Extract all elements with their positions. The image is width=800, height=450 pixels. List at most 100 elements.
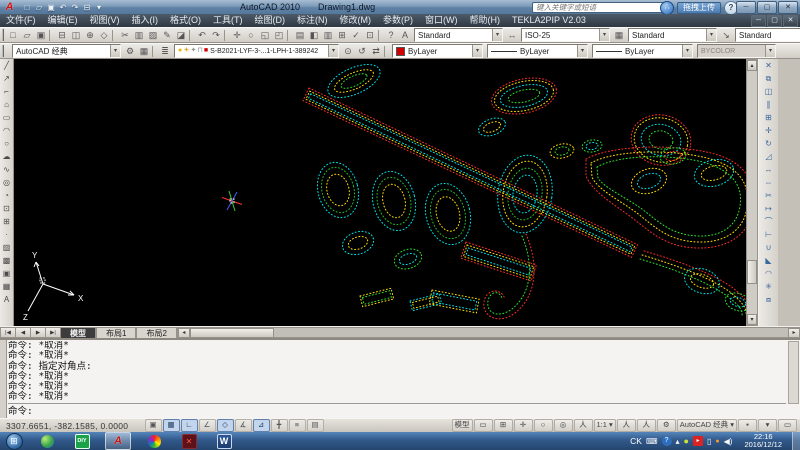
ellipse-icon[interactable]: ◎ [0,176,13,189]
steering-wheel-icon[interactable]: ◎ [554,419,573,432]
menu-item[interactable]: 修改(M) [334,14,378,27]
command-scrollbar[interactable] [788,341,799,404]
separator[interactable] [189,30,194,41]
doc-close-button[interactable]: ✕ [783,15,798,27]
qat-undo-icon[interactable]: ↶ [57,3,69,12]
workspace-switch-label[interactable]: AutoCAD 经典 ▾ [677,419,737,432]
tab-model[interactable]: 模型 [60,327,96,338]
layer-freeze-icon[interactable]: ☀ [183,45,189,57]
volume-icon[interactable]: ◀) [724,437,733,446]
menu-item[interactable]: 帮助(H) [464,14,507,27]
tool-palettes-icon[interactable]: ▥ [321,29,335,42]
toolbar-grip[interactable] [2,29,4,41]
show-desktop-button[interactable] [792,432,800,450]
qat-redo-icon[interactable]: ↷ [69,3,81,12]
help-icon[interactable]: ? [384,29,398,42]
separator[interactable] [49,30,54,41]
quickcalc-icon[interactable]: ⊡ [363,29,377,42]
flag-tray-icon[interactable]: ▸ [693,436,703,446]
separator[interactable] [378,30,383,41]
chevron-down-icon[interactable]: ▾ [599,29,609,41]
zoom-status-icon[interactable]: ○ [534,419,553,432]
horizontal-scroll-thumb[interactable] [190,328,274,338]
qat-save-icon[interactable]: ▣ [45,3,57,12]
qat-new-icon[interactable]: □ [21,3,33,12]
erase-icon[interactable]: ✕ [760,59,778,72]
alert-tray-icon[interactable]: ● [715,438,719,445]
markup-icon[interactable]: ✓ [349,29,363,42]
copy-object-icon[interactable]: ⧉ [760,72,778,85]
coordinate-readout[interactable]: 3307.6651, -382.1585, 0.0000 [6,421,144,431]
taskbar-clock[interactable]: 22:16 2016/12/12 [744,433,782,449]
app-media-pinwheel[interactable] [142,433,166,449]
export-dwf-icon[interactable]: ◇ [97,29,111,42]
color-combo[interactable]: ByLayer ▾ [392,44,483,58]
text-style-icon[interactable]: A [398,29,412,42]
open-icon[interactable]: ▱ [20,29,34,42]
layer-on-icon[interactable]: ● [178,45,182,57]
app-360-browser[interactable] [35,433,59,449]
redo-icon[interactable]: ↷ [209,29,223,42]
extend-icon[interactable]: ↦ [760,202,778,215]
layer-previous-icon[interactable]: ↺ [355,45,369,58]
battery-tray-icon[interactable]: ▯ [707,437,711,446]
explode-icon[interactable]: ✳ [760,280,778,293]
communication-center-icon[interactable]: ∴ [660,1,674,15]
mirror-icon[interactable]: ◫ [760,85,778,98]
make-layer-current-icon[interactable]: ⊙ [341,45,355,58]
annotation-scale-value[interactable]: 1:1 ▾ [594,419,616,432]
copy-icon[interactable]: ▥ [132,29,146,42]
command-window-grip[interactable] [0,340,7,420]
array-icon[interactable]: ⊞ [760,111,778,124]
tab-layout2[interactable]: 布局2 [136,327,176,338]
menu-item[interactable]: 标注(N) [291,14,334,27]
polyline-icon[interactable]: ⌐ [0,85,13,98]
hatch-icon[interactable]: ▨ [0,241,13,254]
next-tab-button[interactable]: ▶ [30,327,45,338]
close-button[interactable]: ✕ [778,1,798,14]
minimize-button[interactable]: ─ [736,1,756,14]
quick-view-drawings-icon[interactable]: ⊞ [494,419,513,432]
security-tray-icon[interactable]: ● [684,436,689,446]
menu-item[interactable]: 参数(P) [377,14,419,27]
doc-minimize-button[interactable]: ─ [751,15,766,27]
workspace-gear-icon[interactable]: ⚙ [657,419,676,432]
menu-item[interactable]: 文件(F) [0,14,42,27]
quick-view-layouts-icon[interactable]: ▭ [474,419,493,432]
model-space-button[interactable]: 模型 [452,419,473,432]
dim-style-combo[interactable]: ISO-25 ▾ [521,28,610,42]
menu-item[interactable]: 格式(O) [164,14,207,27]
qat-open-icon[interactable]: ▱ [33,3,45,12]
separator[interactable] [224,30,229,41]
zoom-window-icon[interactable]: ◱ [258,29,272,42]
menu-item[interactable]: 编辑(E) [42,14,84,27]
table-icon[interactable]: ▦ [0,280,13,293]
region-icon[interactable]: ▣ [0,267,13,280]
menu-item[interactable]: 绘图(D) [249,14,292,27]
layer-properties-manager-icon[interactable]: ≣ [158,45,172,58]
vertical-scroll-thumb[interactable] [747,260,757,284]
scroll-right-icon[interactable]: ▸ [788,328,800,338]
osnap-toggle[interactable]: ◇ [217,419,234,432]
chevron-down-icon[interactable]: ▾ [110,45,120,57]
ducs-toggle[interactable]: ⊿ [253,419,270,432]
ellipse-arc-icon[interactable]: ◔ [0,189,13,202]
command-prompt[interactable]: 命令: [8,406,33,417]
mleader-style-icon[interactable]: ↘ [719,29,733,42]
doc-restore-button[interactable]: ▢ [767,15,782,27]
construction-line-icon[interactable]: ↗ [0,72,13,85]
separator[interactable] [112,30,117,41]
qat-plot-icon[interactable]: ⊟ [81,3,93,12]
join-icon[interactable]: ∪ [760,241,778,254]
layer-vp-freeze-icon[interactable]: ✦ [191,45,197,57]
app-word[interactable]: W [212,433,236,449]
stretch-icon[interactable]: ↔ [760,163,778,176]
block-editor-icon[interactable]: ◪ [174,29,188,42]
qp-toggle[interactable]: ▤ [307,419,324,432]
chevron-down-icon[interactable]: ▾ [682,45,692,57]
circle-icon[interactable]: ○ [0,137,13,150]
pan-realtime-icon[interactable]: ✛ [230,29,244,42]
menu-item[interactable]: 视图(V) [84,14,126,27]
polar-toggle[interactable]: ∠ [199,419,216,432]
start-button[interactable]: ⊞ [4,433,24,449]
